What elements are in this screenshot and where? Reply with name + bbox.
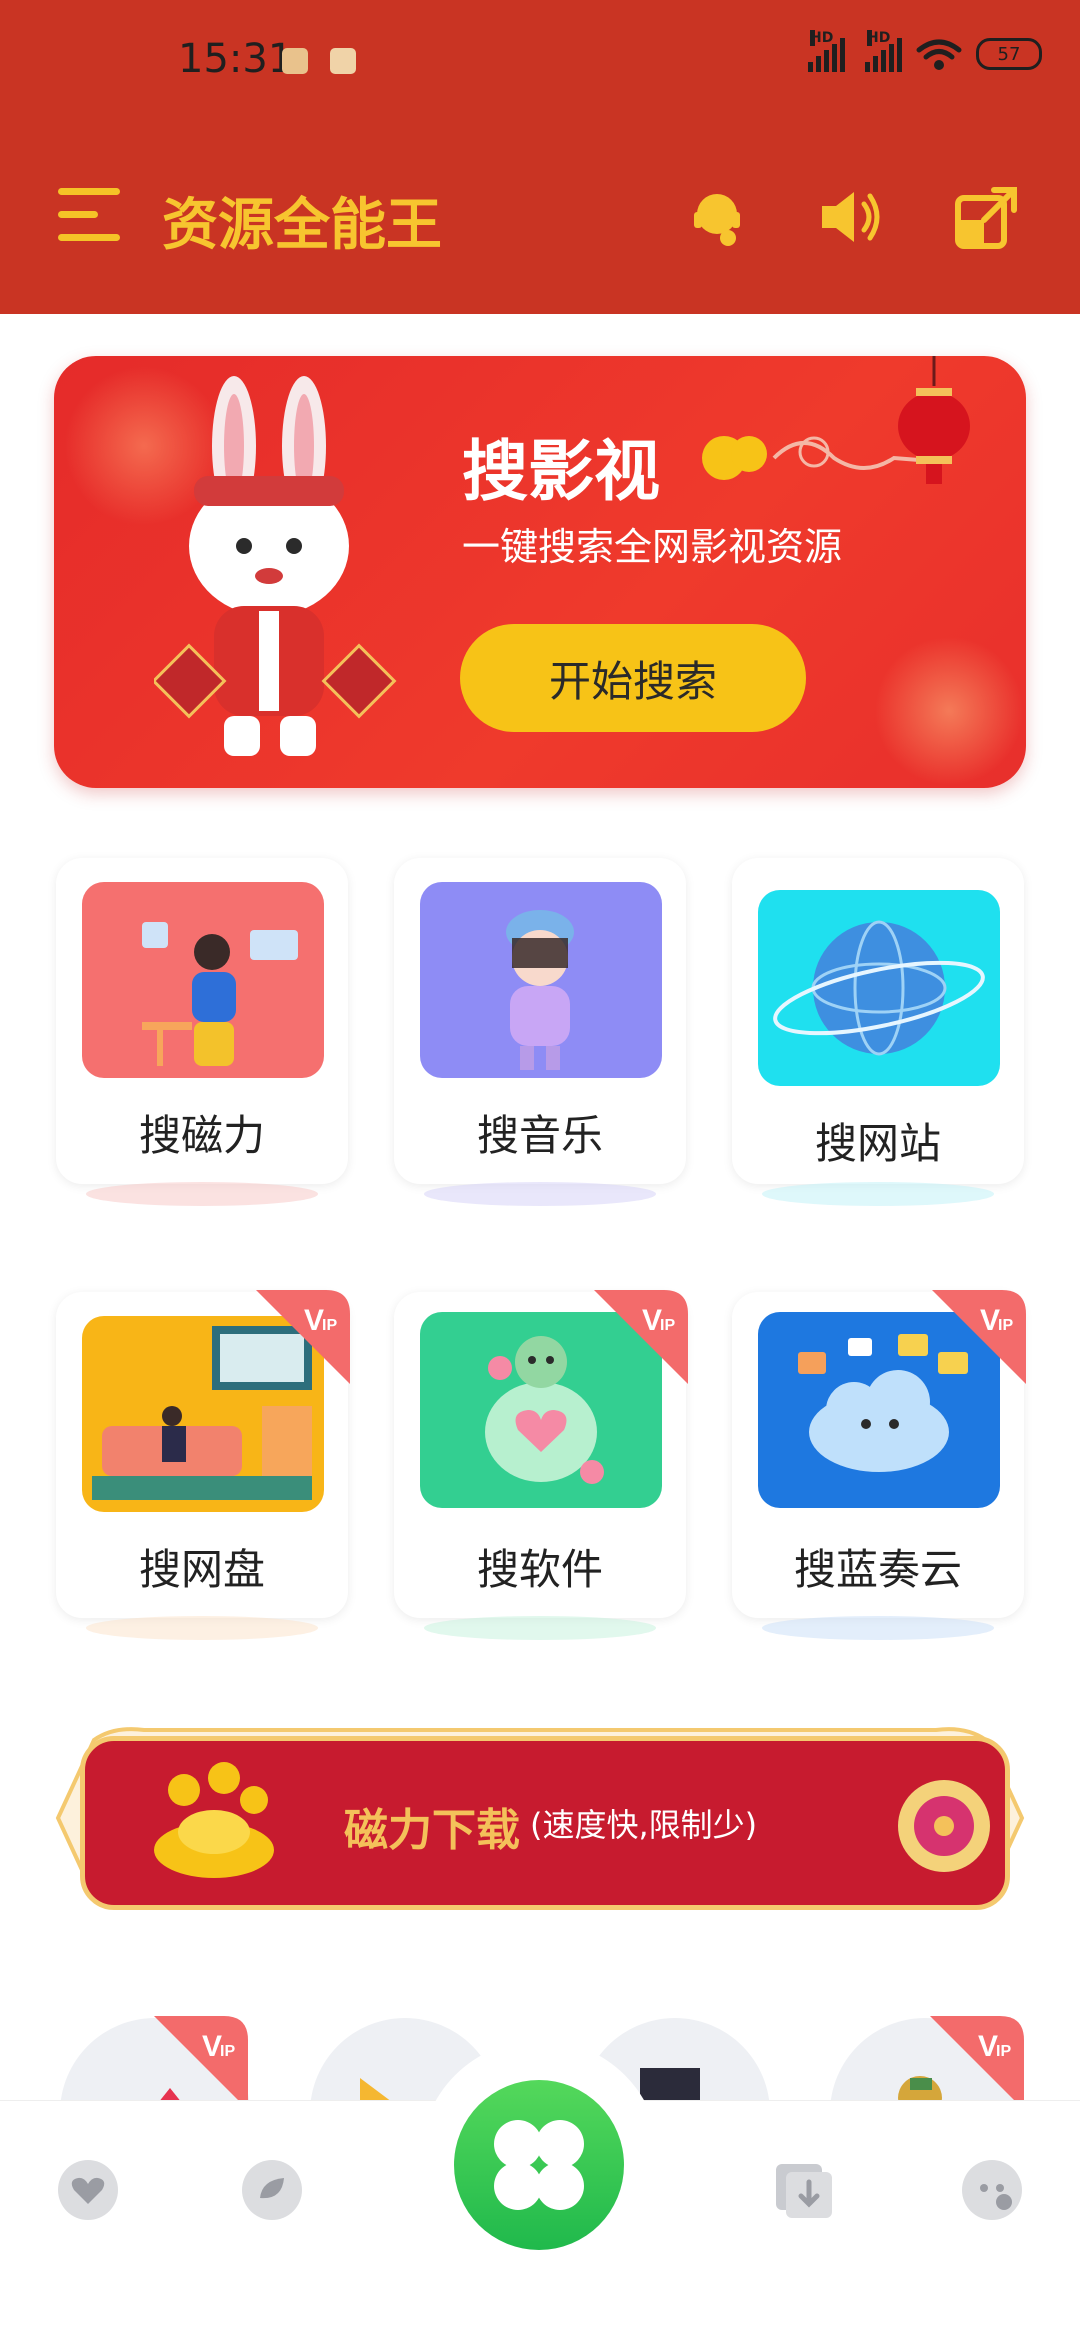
card-shadow	[762, 1182, 994, 1206]
vip-badge: V IP	[594, 1290, 688, 1384]
svg-text:V: V	[304, 1304, 324, 1337]
speaker-icon[interactable]	[814, 182, 884, 252]
svg-text:IP: IP	[660, 1317, 675, 1334]
magnet-download-promo[interactable]: 磁力下载 (速度快,限制少)	[54, 1720, 1026, 1916]
svg-text:IP: IP	[996, 2043, 1011, 2060]
svg-text:IP: IP	[220, 2043, 235, 2060]
share-icon[interactable]	[952, 182, 1022, 252]
app-header: 15:31 HD HD 57 资源全能王	[0, 0, 1080, 314]
lantern-icon	[898, 356, 970, 484]
hd-label: HD	[810, 30, 834, 46]
grid-item-label: 搜磁力	[138, 1111, 265, 1160]
magnet-illustration	[82, 882, 324, 1078]
status-time: 15:31	[178, 36, 294, 82]
grid-item-software[interactable]: 搜软件 V IP	[394, 1290, 688, 1640]
flower-icon	[898, 1780, 990, 1872]
banner-title: 搜影视	[462, 433, 660, 510]
home-center-button[interactable]	[454, 2080, 624, 2250]
grid-item-magnet[interactable]: 搜磁力	[56, 858, 348, 1206]
support-icon[interactable]	[684, 182, 754, 252]
promo-title: 磁力下载	[344, 1805, 520, 1856]
card-shadow	[86, 1182, 318, 1206]
banner-subtitle: 一键搜索全网影视资源	[462, 525, 843, 569]
profile-icon[interactable]	[960, 2158, 1024, 2222]
gold-ingot-icon	[154, 1762, 274, 1878]
start-search-button[interactable]: 开始搜索	[460, 624, 806, 732]
grid-item-music[interactable]: 搜音乐	[394, 858, 686, 1206]
svg-text:V: V	[202, 2030, 222, 2063]
signal-icon: HD	[865, 30, 902, 72]
clover-icon	[494, 2120, 584, 2210]
battery-icon: 57	[976, 38, 1042, 70]
rabbit-illustration	[154, 376, 397, 756]
grid-item-lanzou[interactable]: 搜蓝奏云 V IP	[732, 1290, 1026, 1640]
grid-item-label: 搜网盘	[138, 1545, 265, 1594]
vip-badge: V IP	[154, 2016, 248, 2110]
app-title: 资源全能王	[162, 193, 442, 258]
discover-icon[interactable]	[240, 2158, 304, 2222]
svg-text:V: V	[980, 1304, 1000, 1337]
card-shadow	[762, 1616, 994, 1640]
vip-badge: V IP	[932, 1290, 1026, 1384]
globe-illustration	[758, 890, 1000, 1086]
svg-text:IP: IP	[322, 1317, 337, 1334]
grid-item-label: 搜网站	[814, 1119, 941, 1168]
svg-text:V: V	[642, 1304, 662, 1337]
card-shadow	[424, 1616, 656, 1640]
favorites-icon[interactable]	[56, 2158, 120, 2222]
movie-search-banner[interactable]: 搜影视 一键搜索全网影视资源 开始搜索	[54, 356, 1026, 788]
menu-icon[interactable]	[58, 188, 120, 242]
card-shadow	[424, 1182, 656, 1206]
grid-item-label: 搜音乐	[476, 1111, 603, 1160]
status-right: HD HD 57	[808, 30, 1042, 72]
hd-label: HD	[867, 30, 891, 46]
vip-badge: V IP	[930, 2016, 1024, 2110]
downloads-icon[interactable]	[772, 2158, 836, 2222]
grid-item-label: 搜软件	[476, 1545, 603, 1594]
music-illustration	[420, 882, 662, 1078]
svg-text:IP: IP	[998, 1317, 1013, 1334]
grid-item-label: 搜蓝奏云	[793, 1545, 962, 1594]
wifi-icon	[916, 39, 962, 70]
promo-subtitle: (速度快,限制少)	[530, 1806, 758, 1844]
firework-decoration	[874, 636, 1024, 786]
grid-item-netdisk[interactable]: 搜网盘 V IP	[56, 1290, 350, 1640]
svg-text:V: V	[978, 2030, 998, 2063]
send-icon	[330, 48, 356, 74]
notification-icon	[282, 48, 308, 74]
vip-badge: V IP	[256, 1290, 350, 1384]
grid-item-website[interactable]: 搜网站	[732, 858, 1024, 1206]
signal-icon: HD	[808, 30, 845, 72]
card-shadow	[86, 1616, 318, 1640]
